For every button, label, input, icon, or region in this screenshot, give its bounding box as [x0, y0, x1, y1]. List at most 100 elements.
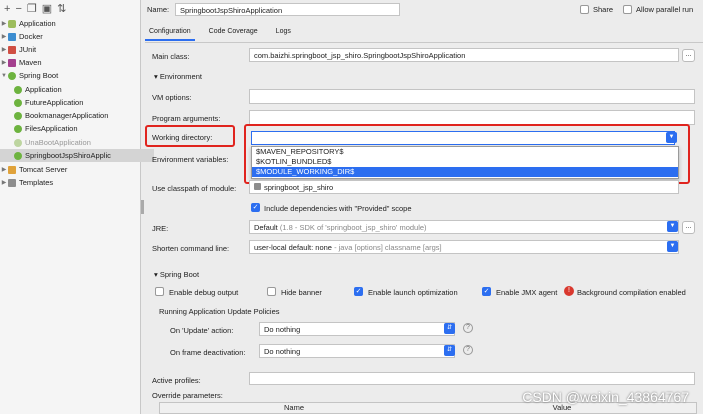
share-label: Share [593, 5, 614, 14]
browse-jre-button[interactable]: ... [682, 221, 695, 234]
help-icon[interactable]: ? [463, 345, 473, 355]
tree-item-maven[interactable]: ▶ Maven [0, 56, 140, 69]
module-icon [254, 183, 261, 190]
name-input[interactable]: SpringbootJspShiroApplication [175, 3, 400, 16]
hide-banner-checkbox[interactable] [267, 287, 276, 296]
tree-item-tomcat-server[interactable]: ▶ Tomcat Server [0, 163, 140, 176]
column-header-name[interactable]: Name [160, 403, 428, 413]
run-config-tree-panel: + − ❐ ▣ ⇅ ▶ Application ▶ Docker ▶ JUnit ▶ M… [0, 0, 154, 414]
folder-icon[interactable]: ▣ [42, 2, 52, 15]
working-directory-label-highlight [145, 125, 235, 147]
on-update-label: On 'Update' action: [170, 326, 234, 335]
on-frame-deactivation-select[interactable]: Do nothing [259, 344, 455, 358]
expand-arrow-icon[interactable]: ▶ [0, 20, 8, 27]
tree-item-bookmanager-application[interactable]: BookmanagerApplication [0, 109, 154, 122]
classpath-module-label: Use classpath of module: [152, 184, 237, 193]
include-provided-checkbox[interactable]: ✓ [251, 203, 260, 212]
tree-toolbar: + − ❐ ▣ ⇅ [0, 0, 140, 17]
tree-item-spring-application[interactable]: Application [0, 83, 154, 96]
error-icon: ! [564, 286, 574, 296]
shorten-command-line-select[interactable]: user-local default: none - java [options… [249, 240, 679, 254]
expand-arrow-icon[interactable]: ▶ [0, 46, 8, 53]
tree-item-springboot-jsp-shiro[interactable]: SpringbootJspShiroApplic [0, 149, 154, 162]
classpath-module-select[interactable]: springboot_jsp_shiro [249, 180, 679, 194]
include-provided-label: Include dependencies with "Provided" sco… [264, 204, 412, 213]
shorten-command-line-label: Shorten command line: [152, 244, 230, 253]
copy-icon[interactable]: ❐ [27, 2, 37, 15]
docker-icon [8, 32, 16, 41]
override-parameters-label: Override parameters: [152, 391, 223, 400]
tab-logs[interactable]: Logs [272, 28, 295, 41]
add-icon[interactable]: + [4, 3, 10, 15]
spring-app-icon [14, 85, 22, 94]
collapse-arrow-icon[interactable]: ▼ [0, 73, 8, 79]
jre-label: JRE: [152, 224, 169, 233]
expand-arrow-icon[interactable]: ▶ [0, 59, 8, 66]
dropdown-item-module-working-dir[interactable]: $MODULE_WORKING_DIR$ [252, 167, 678, 177]
dropdown-item-kotlin-bundled[interactable]: $KOTLIN_BUNDLED$ [252, 157, 678, 167]
allow-parallel-checkbox[interactable] [623, 5, 632, 14]
program-arguments-input[interactable] [249, 110, 695, 125]
tomcat-icon [8, 165, 16, 174]
help-icon[interactable]: ? [463, 323, 473, 333]
launch-optimization-checkbox[interactable]: ✓ [354, 287, 363, 296]
environment-section[interactable]: ▾ Environment [154, 72, 202, 81]
tree-item-spring-boot[interactable]: ▼ Spring Boot [0, 69, 140, 82]
spring-app-icon [14, 98, 22, 107]
remove-icon[interactable]: − [15, 3, 21, 15]
on-update-dropdown-icon[interactable]: ⇵ [444, 323, 455, 334]
environment-variables-label: Environment variables: [152, 155, 229, 164]
spring-app-disabled-icon [14, 138, 22, 147]
share-checkbox[interactable] [580, 5, 589, 14]
spring-app-icon [14, 124, 22, 133]
active-profiles-input[interactable] [249, 372, 695, 385]
active-profiles-label: Active profiles: [152, 376, 201, 385]
tree-item-unaboot-application[interactable]: UnaBootApplication [0, 136, 154, 149]
tree-item-future-application[interactable]: FutureApplication [0, 96, 154, 109]
config-panel: Name: SpringbootJspShiroApplication Shar… [145, 0, 703, 414]
application-icon [8, 19, 16, 28]
spring-boot-section[interactable]: ▾ Spring Boot [154, 270, 199, 279]
config-tabs: Configuration Code Coverage Logs [145, 28, 295, 41]
jmx-agent-label: Enable JMX agent [496, 288, 558, 297]
expand-arrow-icon[interactable]: ▶ [0, 179, 8, 186]
jre-select[interactable]: Default (1.8 - SDK of 'springboot_jsp_sh… [249, 220, 679, 234]
tree-item-junit[interactable]: ▶ JUnit [0, 43, 140, 56]
on-frame-deactivation-label: On frame deactivation: [170, 348, 246, 357]
tree-item-templates[interactable]: ▶ Templates [0, 176, 140, 189]
spring-app-icon [14, 111, 22, 120]
program-arguments-label: Program arguments: [152, 114, 221, 123]
tab-configuration[interactable]: Configuration [145, 28, 195, 41]
tree-item-docker[interactable]: ▶ Docker [0, 30, 140, 43]
expand-arrow-icon[interactable]: ▶ [0, 166, 8, 173]
jre-dropdown-icon[interactable]: ▼ [667, 221, 678, 232]
spring-app-icon [14, 151, 22, 160]
vm-options-label: VM options: [152, 93, 192, 102]
templates-icon [8, 178, 16, 187]
tree-item-files-application[interactable]: FilesApplication [0, 122, 154, 135]
vm-options-input[interactable] [249, 89, 695, 104]
spring-boot-icon [8, 71, 16, 80]
name-label: Name: [147, 5, 170, 14]
tree-item-application[interactable]: ▶ Application [0, 17, 140, 30]
update-policies-heading: Running Application Update Policies [159, 307, 280, 316]
expand-arrow-icon[interactable]: ▶ [0, 33, 8, 40]
main-class-input[interactable]: com.baizhi.springboot_jsp_shiro.Springbo… [249, 48, 679, 62]
jmx-agent-checkbox[interactable]: ✓ [482, 287, 491, 296]
main-class-label: Main class: [152, 52, 190, 61]
panel-splitter[interactable] [141, 200, 144, 214]
junit-icon [8, 45, 16, 54]
shorten-dropdown-icon[interactable]: ▼ [667, 241, 678, 252]
maven-icon [8, 58, 16, 67]
hide-banner-label: Hide banner [281, 288, 322, 297]
debug-output-checkbox[interactable] [155, 287, 164, 296]
debug-output-label: Enable debug output [169, 288, 239, 297]
sort-icon[interactable]: ⇅ [57, 2, 66, 15]
browse-main-class-button[interactable]: ... [682, 49, 695, 62]
tab-divider [145, 42, 703, 43]
on-frame-dropdown-icon[interactable]: ⇵ [444, 345, 455, 356]
on-update-select[interactable]: Do nothing [259, 322, 455, 336]
dropdown-item-maven-repository[interactable]: $MAVEN_REPOSITORY$ [252, 147, 678, 157]
tab-code-coverage[interactable]: Code Coverage [205, 28, 262, 41]
background-compilation-label: Background compilation enabled [577, 288, 686, 297]
